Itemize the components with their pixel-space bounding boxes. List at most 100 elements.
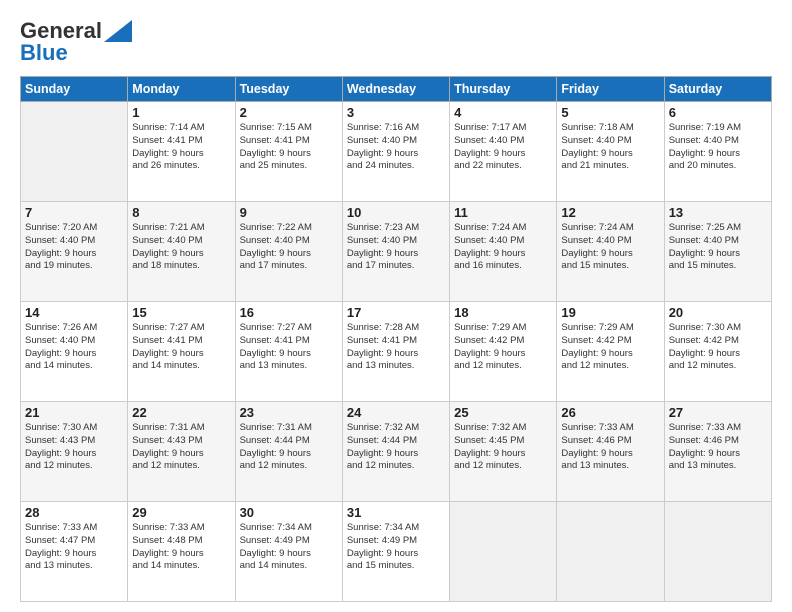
calendar-cell: 21 Sunrise: 7:30 AMSunset: 4:43 PMDayligh… (21, 402, 128, 502)
calendar-cell: 28 Sunrise: 7:33 AMSunset: 4:47 PMDayligh… (21, 502, 128, 602)
day-number: 31 (347, 505, 445, 520)
calendar-cell: 10 Sunrise: 7:23 AMSunset: 4:40 PMDayligh… (342, 202, 449, 302)
day-info: Sunrise: 7:29 AMSunset: 4:42 PMDaylight:… (561, 322, 659, 373)
day-info: Sunrise: 7:23 AMSunset: 4:40 PMDaylight:… (347, 222, 445, 273)
day-info: Sunrise: 7:26 AMSunset: 4:40 PMDaylight:… (25, 322, 123, 373)
day-info: Sunrise: 7:30 AMSunset: 4:42 PMDaylight:… (669, 322, 767, 373)
calendar-cell (21, 102, 128, 202)
day-number: 3 (347, 105, 445, 120)
day-number: 12 (561, 205, 659, 220)
day-info: Sunrise: 7:34 AMSunset: 4:49 PMDaylight:… (240, 522, 338, 573)
day-info: Sunrise: 7:31 AMSunset: 4:44 PMDaylight:… (240, 422, 338, 473)
calendar-cell (557, 502, 664, 602)
day-number: 9 (240, 205, 338, 220)
day-number: 11 (454, 205, 552, 220)
logo-blue-text: Blue (20, 40, 68, 66)
day-info: Sunrise: 7:25 AMSunset: 4:40 PMDaylight:… (669, 222, 767, 273)
day-number: 25 (454, 405, 552, 420)
day-number: 2 (240, 105, 338, 120)
logo-icon (104, 20, 132, 42)
day-info: Sunrise: 7:21 AMSunset: 4:40 PMDaylight:… (132, 222, 230, 273)
calendar-cell: 20 Sunrise: 7:30 AMSunset: 4:42 PMDayligh… (664, 302, 771, 402)
day-info: Sunrise: 7:32 AMSunset: 4:45 PMDaylight:… (454, 422, 552, 473)
calendar-cell: 26 Sunrise: 7:33 AMSunset: 4:46 PMDayligh… (557, 402, 664, 502)
day-info: Sunrise: 7:31 AMSunset: 4:43 PMDaylight:… (132, 422, 230, 473)
day-number: 16 (240, 305, 338, 320)
calendar-cell: 22 Sunrise: 7:31 AMSunset: 4:43 PMDayligh… (128, 402, 235, 502)
calendar-cell: 15 Sunrise: 7:27 AMSunset: 4:41 PMDayligh… (128, 302, 235, 402)
calendar-cell: 19 Sunrise: 7:29 AMSunset: 4:42 PMDayligh… (557, 302, 664, 402)
weekday-header-friday: Friday (557, 77, 664, 102)
day-info: Sunrise: 7:14 AMSunset: 4:41 PMDaylight:… (132, 122, 230, 173)
header: General Blue (20, 18, 772, 66)
day-info: Sunrise: 7:27 AMSunset: 4:41 PMDaylight:… (240, 322, 338, 373)
day-number: 22 (132, 405, 230, 420)
day-info: Sunrise: 7:27 AMSunset: 4:41 PMDaylight:… (132, 322, 230, 373)
day-number: 1 (132, 105, 230, 120)
day-number: 4 (454, 105, 552, 120)
calendar-body: 1 Sunrise: 7:14 AMSunset: 4:41 PMDaylight… (21, 102, 772, 602)
day-info: Sunrise: 7:22 AMSunset: 4:40 PMDaylight:… (240, 222, 338, 273)
day-number: 21 (25, 405, 123, 420)
day-info: Sunrise: 7:24 AMSunset: 4:40 PMDaylight:… (454, 222, 552, 273)
day-number: 29 (132, 505, 230, 520)
day-number: 15 (132, 305, 230, 320)
page: General Blue SundayMondayTuesdayWednesda… (0, 0, 792, 612)
day-info: Sunrise: 7:24 AMSunset: 4:40 PMDaylight:… (561, 222, 659, 273)
calendar-cell: 1 Sunrise: 7:14 AMSunset: 4:41 PMDaylight… (128, 102, 235, 202)
weekday-header-row: SundayMondayTuesdayWednesdayThursdayFrid… (21, 77, 772, 102)
day-number: 26 (561, 405, 659, 420)
day-number: 17 (347, 305, 445, 320)
day-info: Sunrise: 7:19 AMSunset: 4:40 PMDaylight:… (669, 122, 767, 173)
calendar-cell: 2 Sunrise: 7:15 AMSunset: 4:41 PMDaylight… (235, 102, 342, 202)
calendar-cell: 23 Sunrise: 7:31 AMSunset: 4:44 PMDayligh… (235, 402, 342, 502)
day-info: Sunrise: 7:16 AMSunset: 4:40 PMDaylight:… (347, 122, 445, 173)
calendar-cell: 12 Sunrise: 7:24 AMSunset: 4:40 PMDayligh… (557, 202, 664, 302)
calendar-cell (664, 502, 771, 602)
day-number: 23 (240, 405, 338, 420)
day-info: Sunrise: 7:28 AMSunset: 4:41 PMDaylight:… (347, 322, 445, 373)
weekday-header-wednesday: Wednesday (342, 77, 449, 102)
day-info: Sunrise: 7:29 AMSunset: 4:42 PMDaylight:… (454, 322, 552, 373)
weekday-header-monday: Monday (128, 77, 235, 102)
calendar-cell: 25 Sunrise: 7:32 AMSunset: 4:45 PMDayligh… (450, 402, 557, 502)
calendar-cell: 30 Sunrise: 7:34 AMSunset: 4:49 PMDayligh… (235, 502, 342, 602)
day-number: 10 (347, 205, 445, 220)
calendar-cell: 18Sunrise: 7:29 AMSunset: 4:42 PMDayligh… (450, 302, 557, 402)
day-number: 27 (669, 405, 767, 420)
day-info: Sunrise: 7:20 AMSunset: 4:40 PMDaylight:… (25, 222, 123, 273)
calendar-cell: 9 Sunrise: 7:22 AMSunset: 4:40 PMDaylight… (235, 202, 342, 302)
weekday-header-thursday: Thursday (450, 77, 557, 102)
day-info: Sunrise: 7:34 AMSunset: 4:49 PMDaylight:… (347, 522, 445, 573)
day-info: Sunrise: 7:15 AMSunset: 4:41 PMDaylight:… (240, 122, 338, 173)
calendar-week-4: 28 Sunrise: 7:33 AMSunset: 4:47 PMDayligh… (21, 502, 772, 602)
calendar-week-0: 1 Sunrise: 7:14 AMSunset: 4:41 PMDaylight… (21, 102, 772, 202)
calendar-cell: 11 Sunrise: 7:24 AMSunset: 4:40 PMDayligh… (450, 202, 557, 302)
calendar-cell (450, 502, 557, 602)
calendar-cell: 4 Sunrise: 7:17 AMSunset: 4:40 PMDaylight… (450, 102, 557, 202)
day-number: 19 (561, 305, 659, 320)
calendar-week-2: 14 Sunrise: 7:26 AMSunset: 4:40 PMDayligh… (21, 302, 772, 402)
calendar-cell: 29Sunrise: 7:33 AMSunset: 4:48 PMDayligh… (128, 502, 235, 602)
calendar-cell: 16 Sunrise: 7:27 AMSunset: 4:41 PMDayligh… (235, 302, 342, 402)
day-number: 28 (25, 505, 123, 520)
day-info: Sunrise: 7:32 AMSunset: 4:44 PMDaylight:… (347, 422, 445, 473)
calendar-table: SundayMondayTuesdayWednesdayThursdayFrid… (20, 76, 772, 602)
day-info: Sunrise: 7:18 AMSunset: 4:40 PMDaylight:… (561, 122, 659, 173)
calendar-week-1: 7Sunrise: 7:20 AMSunset: 4:40 PMDaylight… (21, 202, 772, 302)
day-info: Sunrise: 7:30 AMSunset: 4:43 PMDaylight:… (25, 422, 123, 473)
calendar-cell: 31 Sunrise: 7:34 AMSunset: 4:49 PMDayligh… (342, 502, 449, 602)
day-info: Sunrise: 7:33 AMSunset: 4:46 PMDaylight:… (561, 422, 659, 473)
day-number: 5 (561, 105, 659, 120)
day-number: 14 (25, 305, 123, 320)
day-number: 20 (669, 305, 767, 320)
day-info: Sunrise: 7:33 AMSunset: 4:47 PMDaylight:… (25, 522, 123, 573)
day-number: 30 (240, 505, 338, 520)
calendar-cell: 6Sunrise: 7:19 AMSunset: 4:40 PMDaylight… (664, 102, 771, 202)
day-info: Sunrise: 7:17 AMSunset: 4:40 PMDaylight:… (454, 122, 552, 173)
calendar-week-3: 21 Sunrise: 7:30 AMSunset: 4:43 PMDayligh… (21, 402, 772, 502)
logo: General Blue (20, 18, 132, 66)
calendar-cell: 27Sunrise: 7:33 AMSunset: 4:46 PMDayligh… (664, 402, 771, 502)
calendar-cell: 7Sunrise: 7:20 AMSunset: 4:40 PMDaylight… (21, 202, 128, 302)
calendar-cell: 3 Sunrise: 7:16 AMSunset: 4:40 PMDaylight… (342, 102, 449, 202)
